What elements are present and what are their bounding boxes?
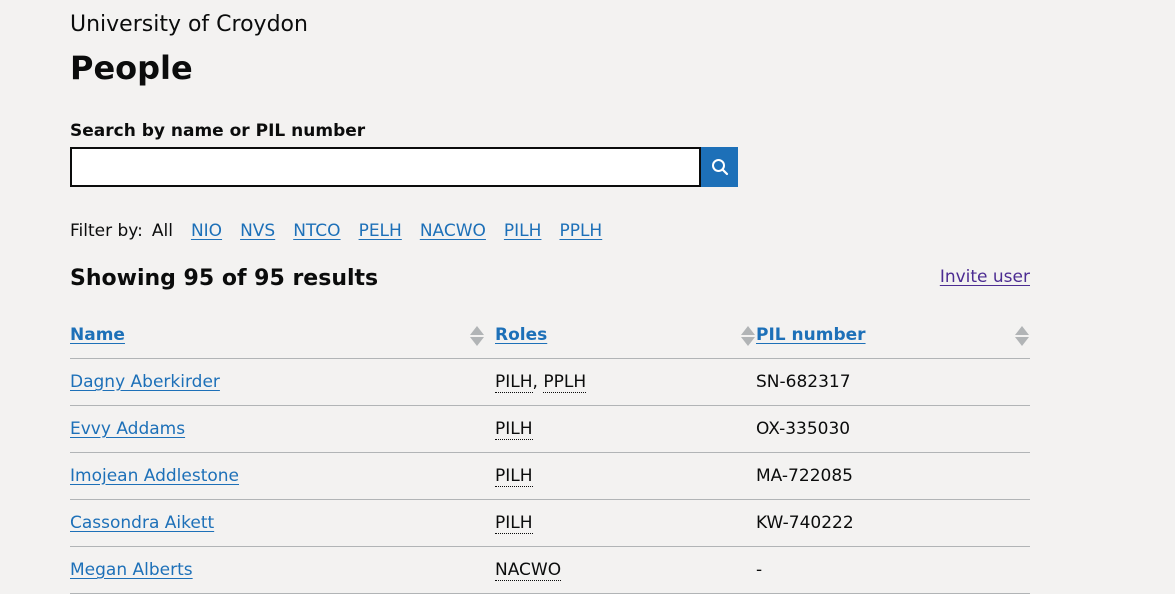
cell-name: Dagny Aberkirder bbox=[70, 358, 495, 406]
cell-pil-number: OX-335030 bbox=[756, 405, 1030, 453]
person-link[interactable]: Evvy Addams bbox=[70, 419, 185, 439]
column-header-name: Name bbox=[70, 312, 495, 359]
role-abbreviation: PILH bbox=[495, 419, 533, 440]
person-link[interactable]: Dagny Aberkirder bbox=[70, 372, 220, 392]
person-link[interactable]: Cassondra Aikett bbox=[70, 513, 214, 533]
sort-by-name-link[interactable]: Name bbox=[70, 325, 125, 345]
role-abbreviation: NACWO bbox=[495, 560, 562, 581]
filter-link[interactable]: PPLH bbox=[559, 218, 602, 244]
table-row: Evvy Addams PILH OX-335030 bbox=[70, 405, 1030, 453]
role-abbreviation: PILH bbox=[495, 513, 533, 534]
role-abbreviation: PILH bbox=[495, 466, 533, 487]
search-button[interactable] bbox=[701, 147, 738, 187]
table-header-row: Name Roles PIL number bbox=[70, 312, 1030, 359]
cell-name: Imojean Addlestone bbox=[70, 452, 495, 500]
cell-roles: PILH, PPLH bbox=[495, 358, 756, 406]
cell-name: Cassondra Aikett bbox=[70, 499, 495, 547]
role-abbreviation: PPLH bbox=[543, 372, 587, 393]
cell-roles: NACWO bbox=[495, 546, 756, 594]
invite-user-link[interactable]: Invite user bbox=[940, 264, 1030, 290]
table-row: Megan Alberts NACWO - bbox=[70, 546, 1030, 594]
cell-roles: PILH bbox=[495, 405, 756, 453]
people-page: University of Croydon People Search by n… bbox=[0, 0, 1175, 594]
column-header-pil-number: PIL number bbox=[756, 312, 1030, 359]
establishment-caption: University of Croydon bbox=[70, 12, 308, 37]
search-label: Search by name or PIL number bbox=[70, 121, 366, 141]
cell-pil-number: MA-722085 bbox=[756, 452, 1030, 500]
sort-icon bbox=[470, 326, 484, 346]
filter-current: All bbox=[151, 221, 173, 241]
person-link[interactable]: Megan Alberts bbox=[70, 560, 193, 580]
sort-icon bbox=[1015, 326, 1029, 346]
search-icon bbox=[711, 159, 728, 176]
page-title: People bbox=[70, 49, 193, 87]
person-link[interactable]: Imojean Addlestone bbox=[70, 466, 239, 486]
results-count: Showing 95 of 95 results bbox=[70, 266, 379, 291]
cell-pil-number: KW-740222 bbox=[756, 499, 1030, 547]
people-table-body: Dagny Aberkirder PILH, PPLH SN-682317 Evvy … bbox=[70, 358, 1030, 594]
table-row: Dagny Aberkirder PILH, PPLH SN-682317 bbox=[70, 358, 1030, 406]
role-separator: , bbox=[532, 372, 544, 392]
column-header-roles: Roles bbox=[495, 312, 756, 359]
cell-name: Megan Alberts bbox=[70, 546, 495, 594]
sort-by-roles-link[interactable]: Roles bbox=[495, 325, 547, 345]
sort-icon bbox=[741, 326, 755, 346]
role-filters: Filter by: All NIO NVS NTCO PELH NACWO P… bbox=[70, 218, 620, 244]
filter-link[interactable]: NVS bbox=[240, 218, 275, 244]
filter-link[interactable]: NIO bbox=[191, 218, 222, 244]
cell-roles: PILH bbox=[495, 499, 756, 547]
filter-label: Filter by: bbox=[70, 221, 143, 241]
filter-link[interactable]: NTCO bbox=[293, 218, 340, 244]
filter-link[interactable]: PELH bbox=[359, 218, 402, 244]
filter-link[interactable]: NACWO bbox=[420, 218, 486, 244]
cell-roles: PILH bbox=[495, 452, 756, 500]
cell-pil-number: - bbox=[756, 546, 1030, 594]
search-input[interactable] bbox=[70, 147, 701, 187]
table-row: Imojean Addlestone PILH MA-722085 bbox=[70, 452, 1030, 500]
table-row: Cassondra Aikett PILH KW-740222 bbox=[70, 499, 1030, 547]
filter-link[interactable]: PILH bbox=[504, 218, 542, 244]
people-table: Name Roles PIL number Dagny Aberkirder P… bbox=[70, 312, 1030, 594]
sort-by-pil-link[interactable]: PIL number bbox=[756, 325, 866, 345]
cell-name: Evvy Addams bbox=[70, 405, 495, 453]
search-bar bbox=[70, 147, 738, 187]
role-abbreviation: PILH bbox=[495, 372, 533, 393]
cell-pil-number: SN-682317 bbox=[756, 358, 1030, 406]
